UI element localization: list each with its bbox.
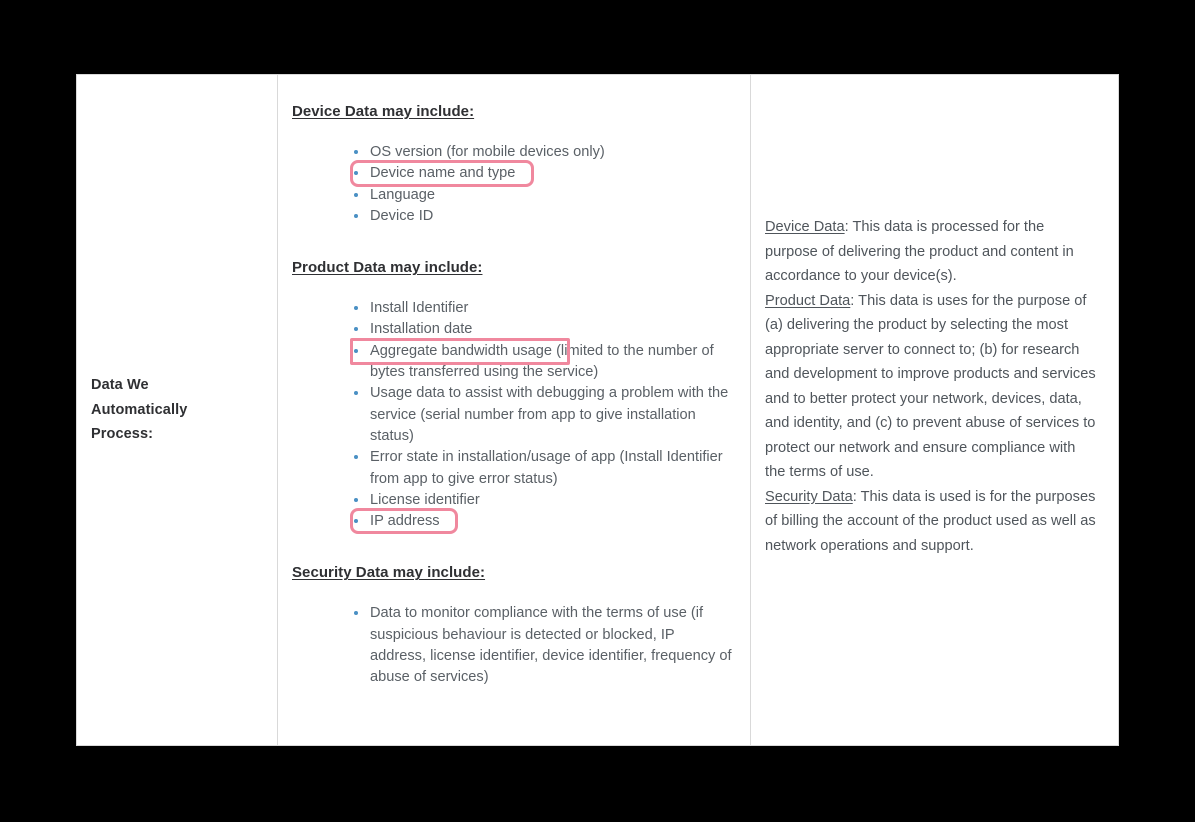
list-item: License identifier [352, 490, 732, 511]
bullet-dot-icon [354, 455, 358, 460]
row-label-text: Data We Automatically Process: [91, 373, 187, 447]
list-item-label: IP address [370, 513, 440, 530]
term-device-data: Device Data [765, 219, 845, 235]
term-product-data: Product Data [765, 292, 851, 309]
paragraph-product-data: Product Data: This data is uses for the … [765, 289, 1098, 485]
bullet-dot-icon [354, 611, 358, 616]
bullet-dot-icon [354, 213, 358, 218]
row-label-line-1: Data We [91, 377, 149, 394]
list-item-highlighted: Aggregate bandwidth usage (limited to th… [350, 337, 732, 384]
paragraph-security-data: Security Data: This data is used is for … [765, 485, 1098, 559]
privacy-policy-table: Data We Automatically Process: Device Da… [76, 74, 1119, 746]
list-item: Data to monitor compliance with the term… [352, 603, 732, 688]
list-item-label: Installation date [370, 321, 473, 338]
term-security-data: Security Data [765, 488, 853, 505]
bullet-dot-icon [354, 150, 358, 154]
bullet-dot-icon [354, 171, 358, 176]
list-item-label: Device name and type [370, 165, 516, 182]
list-item: OS version (for mobile devices only) [352, 142, 732, 163]
list-item-label: Error state in installation/usage of app… [370, 449, 723, 487]
section-heading-security-data: Security Data may include: [292, 564, 486, 582]
section-heading-product-data: Product Data may include: [292, 259, 483, 277]
bullet-dot-icon [354, 519, 358, 524]
bullet-dot-icon [354, 348, 358, 353]
list-item-label: Aggregate bandwidth usage (limited to th… [370, 342, 714, 381]
list-item: Language [352, 185, 732, 206]
bullet-dot-icon [354, 327, 358, 332]
bullet-dot-icon [354, 391, 358, 396]
paragraph-device-data: Device Data: This data is processed for … [765, 215, 1098, 289]
row-label-line-3: Process: [91, 426, 154, 443]
row-label-line-2: Automatically [91, 401, 188, 418]
bullet-dot-icon [354, 497, 358, 502]
paragraph-product-data-body: : This data is uses for the purpose of (… [765, 292, 1096, 481]
list-item-highlighted: Device name and type [350, 160, 732, 187]
list-item-label: License identifier [370, 491, 480, 508]
bullet-list-product-data: Install Identifier Installation date Agg… [292, 298, 732, 535]
bullet-list-security-data: Data to monitor compliance with the term… [292, 603, 732, 688]
list-item: Install Identifier [352, 298, 732, 319]
table-cell-row-label: Data We Automatically Process: [77, 75, 278, 745]
list-item: Installation date [352, 319, 732, 340]
list-item: Error state in installation/usage of app… [352, 447, 732, 490]
processing-purposes-text: Device Data: This data is processed for … [765, 215, 1098, 558]
list-item-label: Install Identifier [370, 300, 469, 317]
list-item-label: OS version (for mobile devices only) [370, 144, 605, 160]
list-item: Device ID [352, 206, 732, 227]
table-cell-data-categories: Device Data may include: OS version (for… [278, 75, 751, 745]
bullet-dot-icon [354, 306, 358, 311]
list-item-label: Language [370, 186, 436, 203]
bullet-list-device-data: OS version (for mobile devices only) Dev… [292, 142, 732, 227]
list-item: Usage data to assist with debugging a pr… [352, 383, 732, 447]
section-heading-device-data: Device Data may include: [292, 103, 475, 120]
bullet-dot-icon [354, 192, 358, 197]
table-cell-processing-purposes: Device Data: This data is processed for … [751, 75, 1118, 745]
list-item-label: Data to monitor compliance with the term… [370, 605, 732, 686]
list-item-label: Usage data to assist with debugging a pr… [370, 385, 729, 444]
list-item-label: Device ID [370, 207, 434, 224]
list-item-highlighted: IP address [350, 508, 732, 535]
